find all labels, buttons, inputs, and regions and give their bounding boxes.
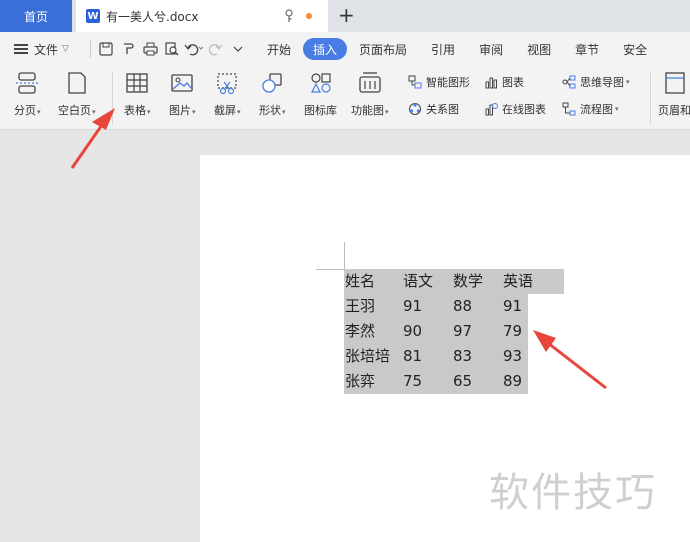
- arrow-to-selection: [533, 330, 607, 390]
- arrow-to-table-button: [70, 108, 115, 169]
- annotation-arrows: [70, 108, 607, 390]
